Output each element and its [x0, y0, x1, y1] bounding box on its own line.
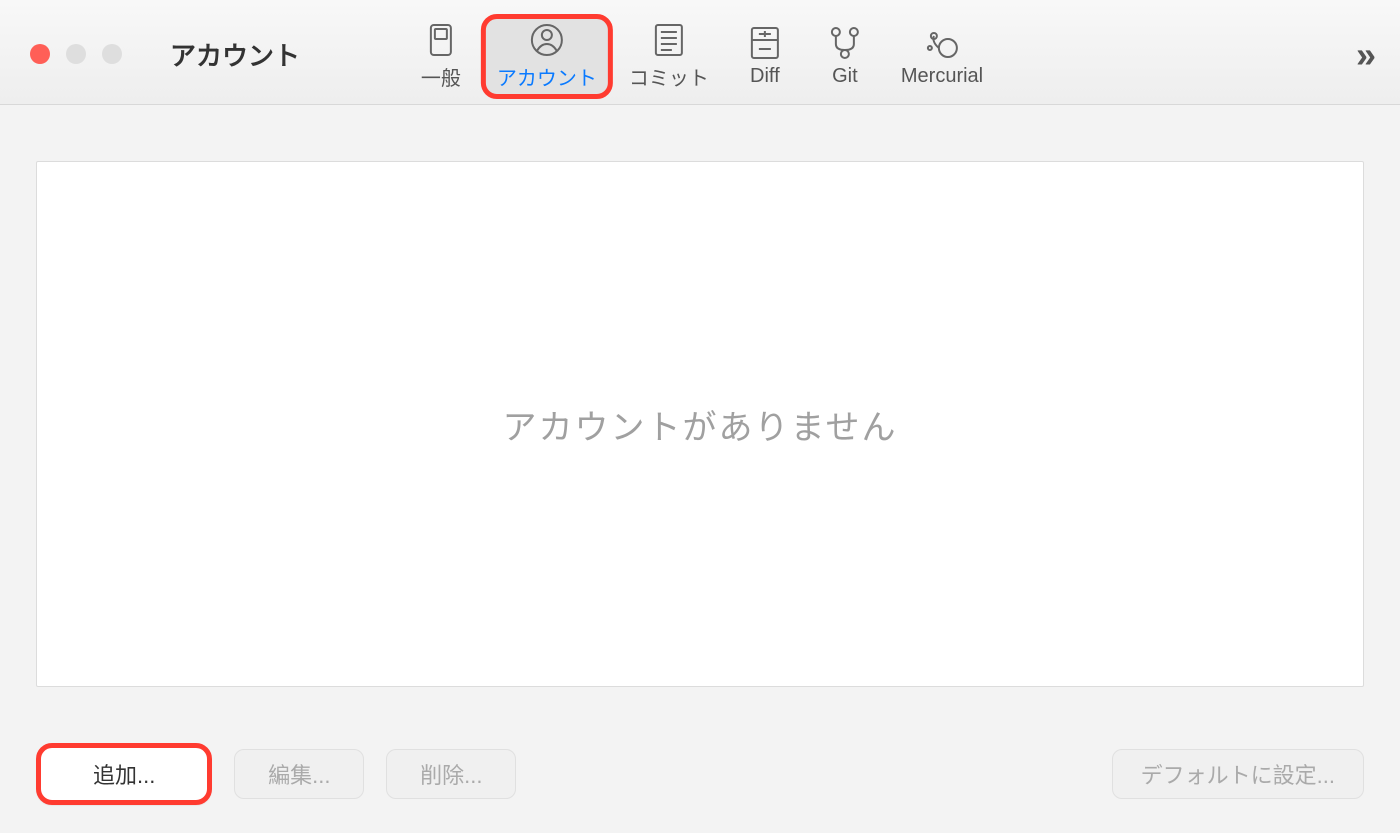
tab-mercurial-label: Mercurial — [901, 65, 983, 88]
titlebar: アカウント 一般 アカ — [0, 0, 1400, 105]
tab-general-label: 一般 — [421, 62, 461, 91]
general-icon — [423, 22, 459, 58]
minimize-window-button[interactable] — [66, 44, 86, 64]
add-button[interactable]: 追加... — [36, 743, 212, 805]
bottom-bar: 追加... 編集... 削除... デフォルトに設定... — [0, 715, 1400, 833]
tab-commit-label: コミット — [629, 62, 709, 91]
maximize-window-button[interactable] — [102, 44, 122, 64]
preferences-window: アカウント 一般 アカ — [0, 0, 1400, 833]
edit-button: 編集... — [234, 749, 364, 799]
toolbar-tabs: 一般 アカウント — [401, 14, 999, 99]
tab-git[interactable]: Git — [805, 14, 885, 99]
delete-button: 削除... — [386, 749, 516, 799]
window-title: アカウント — [170, 36, 300, 73]
traffic-lights — [30, 44, 122, 64]
tab-general[interactable]: 一般 — [401, 14, 481, 99]
account-list: アカウントがありません — [36, 161, 1364, 687]
commit-icon — [651, 22, 687, 58]
tab-diff-label: Diff — [750, 65, 780, 88]
tab-mercurial[interactable]: Mercurial — [885, 14, 999, 99]
tab-diff[interactable]: Diff — [725, 14, 805, 99]
set-default-button: デフォルトに設定... — [1112, 749, 1364, 799]
empty-accounts-message: アカウントがありません — [503, 400, 898, 449]
tab-git-label: Git — [832, 65, 858, 88]
tab-accounts[interactable]: アカウント — [481, 14, 613, 99]
content-area: アカウントがありません — [0, 105, 1400, 715]
overflow-icon[interactable]: » — [1356, 34, 1376, 76]
close-window-button[interactable] — [30, 44, 50, 64]
account-icon — [529, 22, 565, 58]
git-icon — [827, 25, 863, 61]
tab-accounts-label: アカウント — [497, 62, 597, 91]
diff-icon — [747, 25, 783, 61]
mercurial-icon — [924, 25, 960, 61]
tab-commit[interactable]: コミット — [613, 14, 725, 99]
